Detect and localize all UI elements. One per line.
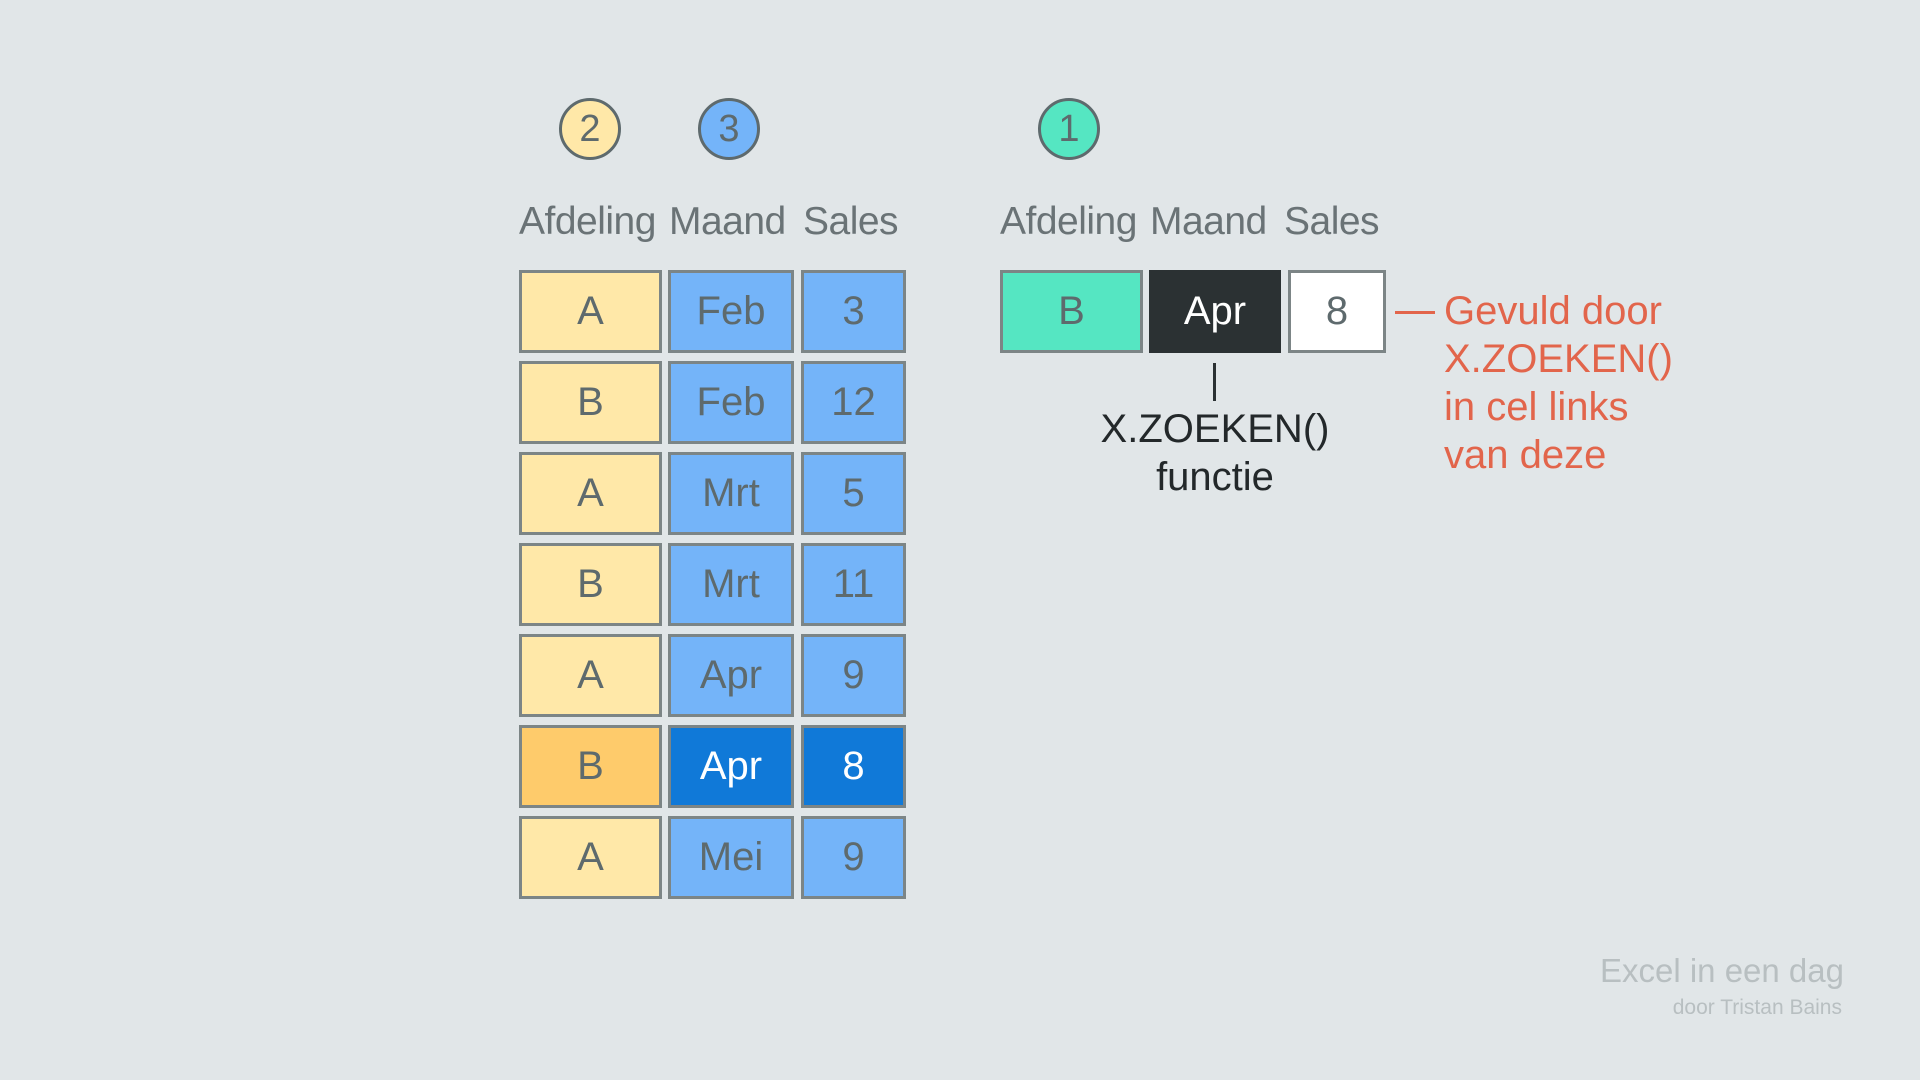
lookup-cell-sales-result: 8 <box>1288 270 1386 353</box>
function-label: X.ZOEKEN() functie <box>1100 405 1330 501</box>
badge-2-dept-column: 2 <box>559 98 621 160</box>
source-cell-sales: 5 <box>801 452 906 535</box>
source-cell-sales: 9 <box>801 816 906 899</box>
source-cell-month: Apr <box>668 634 794 717</box>
filled-by-line4: van deze <box>1444 433 1607 477</box>
source-cell-month: Mrt <box>668 452 794 535</box>
source-cell-dept: A <box>519 816 662 899</box>
source-cell-sales: 8 <box>801 725 906 808</box>
lookup-header-dept: Afdeling <box>1000 200 1137 243</box>
source-cell-sales: 12 <box>801 361 906 444</box>
source-cell-month: Feb <box>668 270 794 353</box>
function-label-line2: functie <box>1156 455 1274 499</box>
source-cell-dept: B <box>519 725 662 808</box>
source-cell-dept: A <box>519 634 662 717</box>
lookup-header-sales: Sales <box>1284 200 1380 243</box>
source-header-sales: Sales <box>803 200 899 243</box>
filled-by-annotation: Gevuld door X.ZOEKEN() in cel links van … <box>1444 287 1673 479</box>
source-cell-dept: A <box>519 270 662 353</box>
source-cell-month: Mrt <box>668 543 794 626</box>
badge-3-month-column: 3 <box>698 98 760 160</box>
lookup-cell-month: Apr <box>1149 270 1281 353</box>
source-cell-sales: 3 <box>801 270 906 353</box>
source-header-month: Maand <box>669 200 786 243</box>
source-cell-month: Mei <box>668 816 794 899</box>
source-cell-dept: B <box>519 543 662 626</box>
annotation-dash <box>1395 311 1435 314</box>
footer-subtitle: door Tristan Bains <box>1672 996 1842 1019</box>
function-connector-line <box>1213 363 1216 401</box>
lookup-cell-dept: B <box>1000 270 1143 353</box>
filled-by-line1: Gevuld door <box>1444 289 1662 333</box>
source-cell-sales: 11 <box>801 543 906 626</box>
source-cell-month: Feb <box>668 361 794 444</box>
footer-title: Excel in een dag <box>1599 952 1844 989</box>
filled-by-line2: X.ZOEKEN() <box>1444 337 1673 381</box>
source-header-dept: Afdeling <box>519 200 656 243</box>
filled-by-line3: in cel links <box>1444 385 1629 429</box>
source-cell-dept: A <box>519 452 662 535</box>
source-cell-sales: 9 <box>801 634 906 717</box>
badge-1-lookup-column: 1 <box>1038 98 1100 160</box>
source-cell-dept: B <box>519 361 662 444</box>
source-cell-month: Apr <box>668 725 794 808</box>
lookup-header-month: Maand <box>1150 200 1267 243</box>
function-label-line1: X.ZOEKEN() <box>1100 407 1330 451</box>
